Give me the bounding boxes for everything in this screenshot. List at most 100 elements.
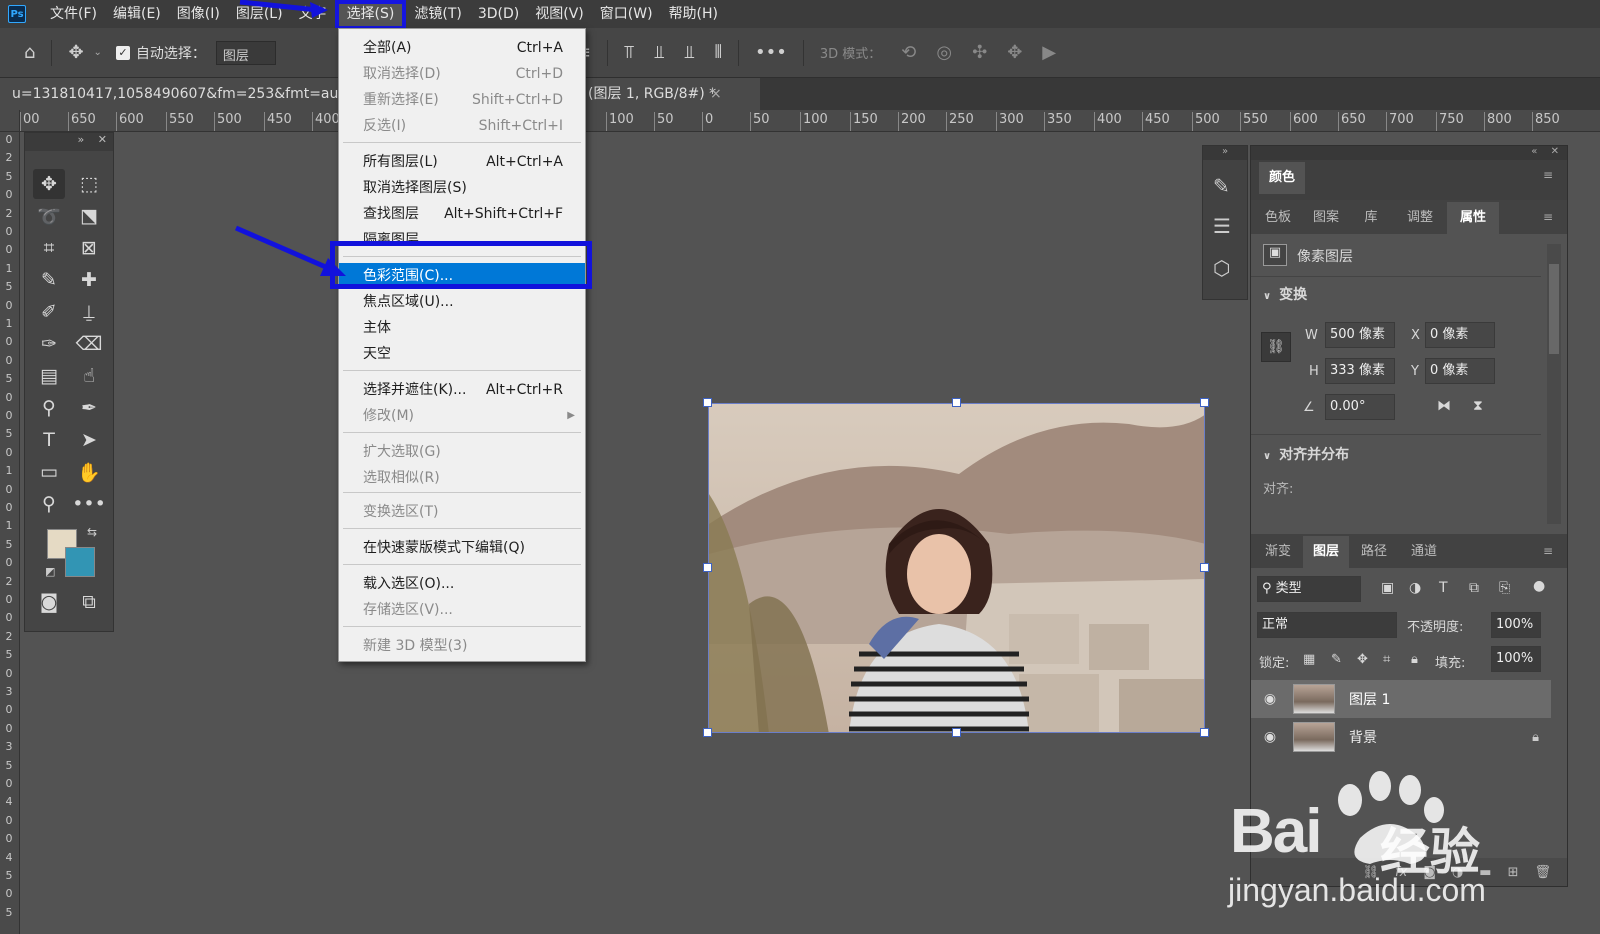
flip-vertical-icon[interactable]: ⧗ [1473, 398, 1483, 414]
layer-name[interactable]: 图层 1 [1349, 689, 1390, 709]
y-field[interactable]: 0 像素 [1425, 358, 1495, 384]
menu-help[interactable]: 帮助(H) [661, 0, 726, 28]
menu-window[interactable]: 窗口(W) [592, 0, 661, 28]
filter-smart-object-icon[interactable]: ⎘ [1499, 580, 1510, 596]
lock-all-icon[interactable]: 🔒︎ [1411, 652, 1418, 667]
move-tool-icon[interactable]: ✥ [33, 169, 65, 199]
select-menu-item[interactable]: 选择并遮住(K)... Alt+Ctrl+R [339, 377, 585, 403]
align-vcenter-icon[interactable]: ⫫ [654, 42, 664, 63]
filter-toggle-icon[interactable]: ● [1533, 578, 1545, 594]
align-top-icon[interactable]: ⫪ [624, 42, 634, 63]
more-tools-icon[interactable]: ••• [72, 489, 106, 519]
lock-position-icon[interactable]: ✥ [1357, 652, 1368, 667]
3d-camera-icon[interactable]: ▶ [1042, 42, 1056, 63]
screen-mode-icon[interactable]: ⧉ [73, 587, 105, 617]
select-menu-item[interactable]: 天空 [339, 341, 585, 367]
lasso-tool-icon[interactable]: ➰ [33, 201, 65, 231]
link-icon[interactable]: ⛓ [1261, 332, 1291, 362]
object-select-tool-icon[interactable]: ⬔ [73, 201, 105, 231]
more-options-icon[interactable]: ••• [755, 42, 787, 63]
select-menu-item[interactable]: 载入选区(O)... [339, 571, 585, 597]
panel-menu-icon[interactable]: ≡ [1543, 544, 1553, 558]
opacity-field[interactable]: 100% [1491, 612, 1541, 638]
select-menu-item[interactable]: 主体 [339, 315, 585, 341]
collapse-icon[interactable]: » [1203, 146, 1247, 160]
tab-gradients[interactable]: 渐变 [1255, 536, 1301, 568]
crop-tool-icon[interactable]: ⌗ [33, 233, 65, 263]
menu-3d[interactable]: 3D(D) [470, 0, 527, 28]
zoom-tool-icon[interactable]: ⚲ [33, 489, 65, 519]
filter-adjustment-icon[interactable]: ◑ [1409, 580, 1421, 596]
layer-filter-dropdown[interactable]: ⚲ 类型 [1257, 576, 1361, 602]
quick-mask-icon[interactable]: ◙ [33, 587, 65, 617]
transform-handle[interactable] [1200, 398, 1209, 407]
select-menu-item[interactable]: 查找图层 Alt+Shift+Ctrl+F [339, 201, 585, 227]
tab-paths[interactable]: 路径 [1351, 536, 1397, 568]
scrollbar-thumb[interactable] [1549, 264, 1559, 354]
layer-name[interactable]: 背景 [1349, 727, 1377, 747]
pen-tool-icon[interactable]: ✒ [73, 393, 105, 423]
scrollbar[interactable] [1547, 244, 1561, 524]
auto-select-checkbox[interactable]: ✓ [115, 45, 130, 60]
visibility-eye-icon[interactable]: ◉ [1257, 691, 1283, 707]
visibility-eye-icon[interactable]: ◉ [1257, 729, 1283, 745]
menu-edit[interactable]: 编辑(E) [105, 0, 169, 28]
healing-brush-icon[interactable]: ✚ [73, 265, 105, 295]
transform-section-header[interactable]: ∨ 变换 [1263, 284, 1307, 304]
3d-slide-icon[interactable]: ✥ [1007, 42, 1022, 63]
marquee-tool-icon[interactable]: ⬚ [73, 169, 105, 199]
close-icon[interactable]: ✕ [1551, 146, 1559, 157]
3d-cube-icon[interactable]: ⬡ [1213, 256, 1230, 280]
select-menu-item[interactable]: 在快速蒙版模式下编辑(Q) [339, 535, 585, 561]
menu-file[interactable]: 文件(F) [42, 0, 105, 28]
swap-colors-icon[interactable]: ⇆ [87, 525, 97, 539]
hand-tool-icon[interactable]: ✋ [73, 457, 105, 487]
gradient-tool-icon[interactable]: ▤ [33, 361, 65, 391]
filter-shape-icon[interactable]: ⧉ [1469, 580, 1479, 596]
tab-properties[interactable]: 属性 [1447, 202, 1499, 234]
width-field[interactable]: 500 像素 [1325, 322, 1395, 348]
3d-orbit-icon[interactable]: ⟲ [901, 42, 916, 63]
select-menu-item[interactable]: 焦点区域(U)... [339, 289, 585, 315]
collapse-icon[interactable]: « [1531, 146, 1537, 157]
lock-artboard-icon[interactable]: ⌗ [1383, 652, 1390, 667]
angle-field[interactable]: 0.00° [1325, 394, 1395, 420]
select-menu-item[interactable]: 取消选择图层(S) [339, 175, 585, 201]
tab-channels[interactable]: 通道 [1399, 536, 1449, 568]
history-brush-icon[interactable]: ✑ [33, 329, 65, 359]
lock-transparency-icon[interactable]: ▦ [1303, 652, 1315, 667]
rectangle-tool-icon[interactable]: ▭ [33, 457, 65, 487]
brush-settings-icon[interactable]: ✎ [1213, 174, 1230, 198]
move-tool-icon[interactable]: ✥ [68, 42, 83, 63]
panel-menu-icon[interactable]: ≡ [1543, 168, 1553, 182]
stamp-tool-icon[interactable]: ⍊ [73, 297, 105, 327]
eyedropper-tool-icon[interactable]: ✎ [33, 265, 65, 295]
filter-type-icon[interactable]: T [1439, 580, 1448, 596]
path-select-icon[interactable]: ➤ [73, 425, 105, 455]
transform-handle[interactable] [952, 398, 961, 407]
panel-menu-icon[interactable]: ≡ [1543, 210, 1553, 224]
type-tool-icon[interactable]: T [33, 425, 65, 455]
transform-handle[interactable] [952, 728, 961, 737]
close-icon[interactable]: × [710, 78, 722, 110]
distribute-vertical-icon[interactable]: ⫴ [714, 42, 722, 63]
home-icon[interactable]: ⌂ [24, 42, 35, 63]
tab-adjustments[interactable]: 调整 [1395, 202, 1445, 234]
transform-handle[interactable] [703, 728, 712, 737]
tab-swatches[interactable]: 色板 [1255, 202, 1301, 234]
collapse-icon[interactable]: » [78, 133, 85, 146]
default-colors-icon[interactable]: ◩ [45, 565, 55, 578]
smudge-tool-icon[interactable]: ☝ [73, 361, 105, 391]
tab-patterns[interactable]: 图案 [1303, 202, 1349, 234]
dodge-tool-icon[interactable]: ⚲ [33, 393, 65, 423]
lock-pixels-icon[interactable]: ✎ [1331, 652, 1342, 667]
tab-color[interactable]: 颜色 [1259, 162, 1305, 194]
transform-handle[interactable] [703, 563, 712, 572]
select-menu-item[interactable]: 全部(A) Ctrl+A [339, 35, 585, 61]
adjust-sliders-icon[interactable]: ☰ [1213, 214, 1231, 238]
transform-handle[interactable] [1200, 728, 1209, 737]
menu-view[interactable]: 视图(V) [527, 0, 592, 28]
brush-tool-icon[interactable]: ✐ [33, 297, 65, 327]
tab-libraries[interactable]: 库 [1351, 202, 1391, 234]
fill-field[interactable]: 100% [1491, 646, 1541, 672]
